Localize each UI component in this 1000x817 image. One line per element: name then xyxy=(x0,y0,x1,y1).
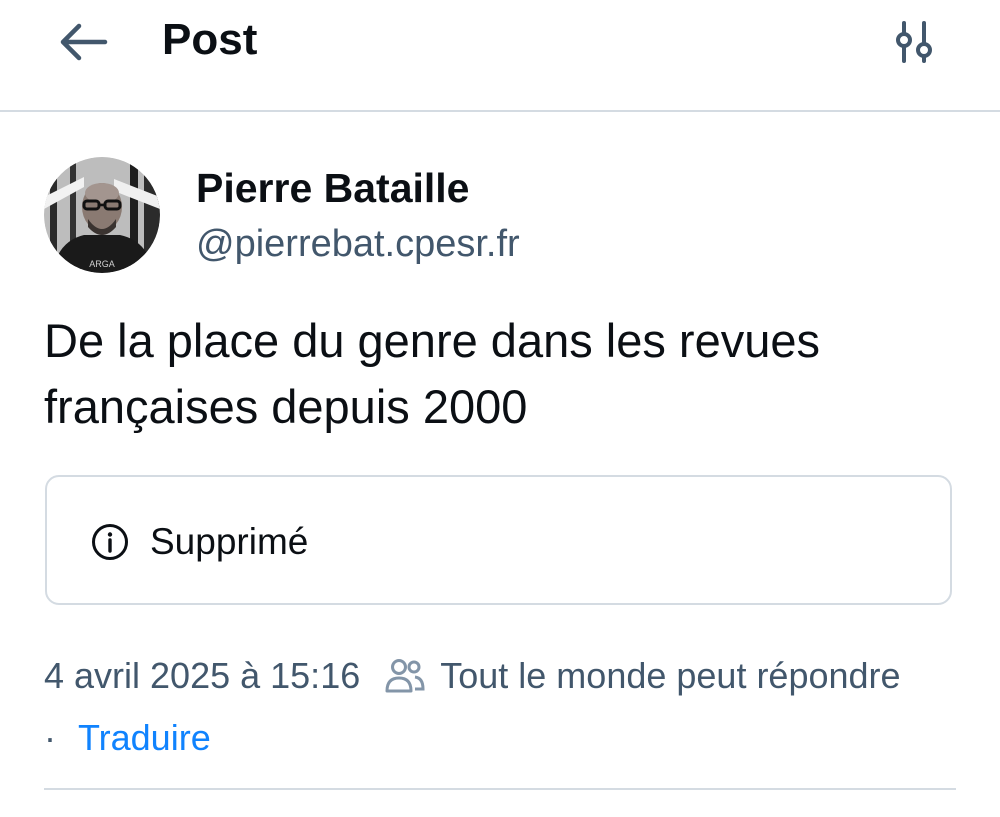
back-button[interactable] xyxy=(48,14,118,70)
reply-setting[interactable]: Tout le monde peut répondre xyxy=(440,650,900,702)
author-handle[interactable]: @pierrebat.cpesr.fr xyxy=(196,219,520,269)
translate-link[interactable]: Traduire xyxy=(78,712,211,764)
post-timestamp: 4 avril 2025 à 15:16 xyxy=(44,655,361,696)
sliders-icon xyxy=(896,21,932,63)
filter-settings-button[interactable] xyxy=(884,14,944,70)
svg-text:ARGA: ARGA xyxy=(89,259,115,269)
separator-dot: · xyxy=(44,717,56,758)
author-name[interactable]: Pierre Bataille xyxy=(196,163,470,213)
info-circle-icon xyxy=(92,524,128,560)
avatar[interactable]: ARGA xyxy=(44,157,160,273)
divider xyxy=(44,788,956,790)
people-icon xyxy=(385,659,425,693)
post-author: ARGA Pierre Bataille @pierrebat.cpesr.fr xyxy=(44,155,956,275)
post-meta: 4 avril 2025 à 15:16 Tout le monde peut … xyxy=(44,650,974,764)
deleted-status-label: Supprimé xyxy=(150,521,309,562)
post-text: De la place du genre dans les revues fra… xyxy=(44,314,820,433)
arrow-left-icon xyxy=(60,23,108,61)
page-title: Post xyxy=(162,15,258,64)
deleted-embed-card: Supprimé xyxy=(45,475,952,605)
avatar-photo: ARGA xyxy=(44,157,160,273)
top-bar: Post xyxy=(0,0,1000,112)
